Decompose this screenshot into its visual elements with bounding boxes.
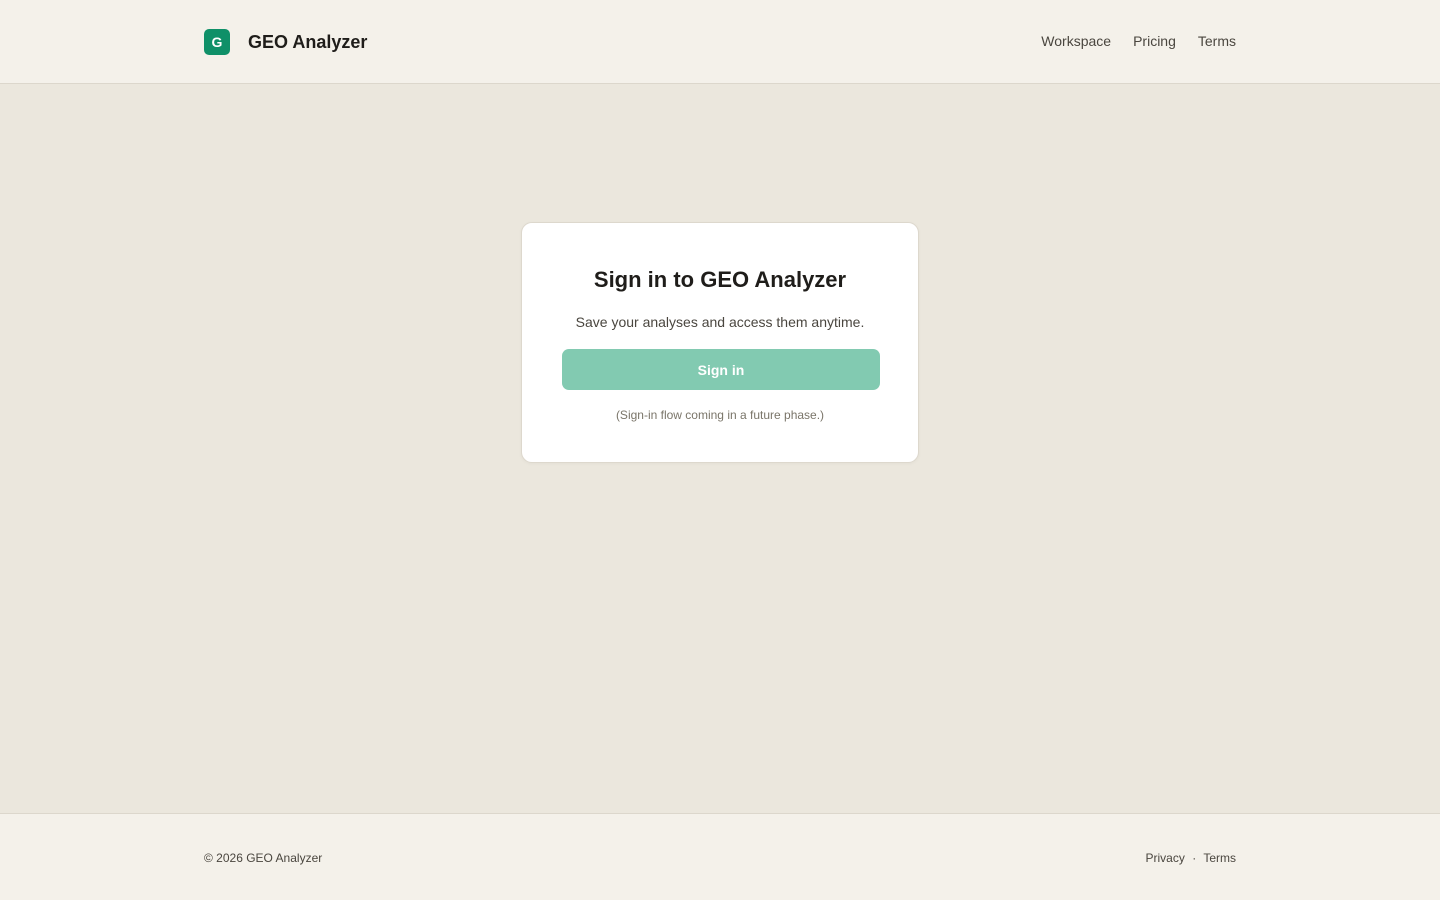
signin-subtitle: Save your analyses and access them anyti… <box>575 314 865 330</box>
signin-note: (Sign-in flow coming in a future phase.) <box>615 408 825 422</box>
site-header: G GEO Analyzer Workspace Pricing Terms <box>0 0 1440 84</box>
footer-link-terms[interactable]: Terms <box>1203 851 1236 865</box>
brand[interactable]: G GEO Analyzer <box>204 29 367 55</box>
copyright-text: © 2026 GEO Analyzer <box>204 851 323 865</box>
signin-card: Sign in to GEO Analyzer Save your analys… <box>521 222 919 463</box>
logo-icon: G <box>204 29 230 55</box>
nav-link-workspace[interactable]: Workspace <box>1041 33 1111 49</box>
site-footer: © 2026 GEO Analyzer Privacy · Terms <box>0 813 1440 900</box>
signin-title: Sign in to GEO Analyzer <box>593 267 847 292</box>
nav-link-pricing[interactable]: Pricing <box>1133 33 1176 49</box>
nav-link-terms[interactable]: Terms <box>1198 33 1236 49</box>
footer-separator: · <box>1192 851 1197 865</box>
brand-name: GEO Analyzer <box>248 31 368 52</box>
top-nav: Workspace Pricing Terms <box>1041 33 1236 49</box>
signin-button[interactable]: Sign in <box>562 349 880 390</box>
footer-link-privacy[interactable]: Privacy <box>1146 851 1185 865</box>
footer-links: Privacy · Terms <box>1146 851 1236 865</box>
